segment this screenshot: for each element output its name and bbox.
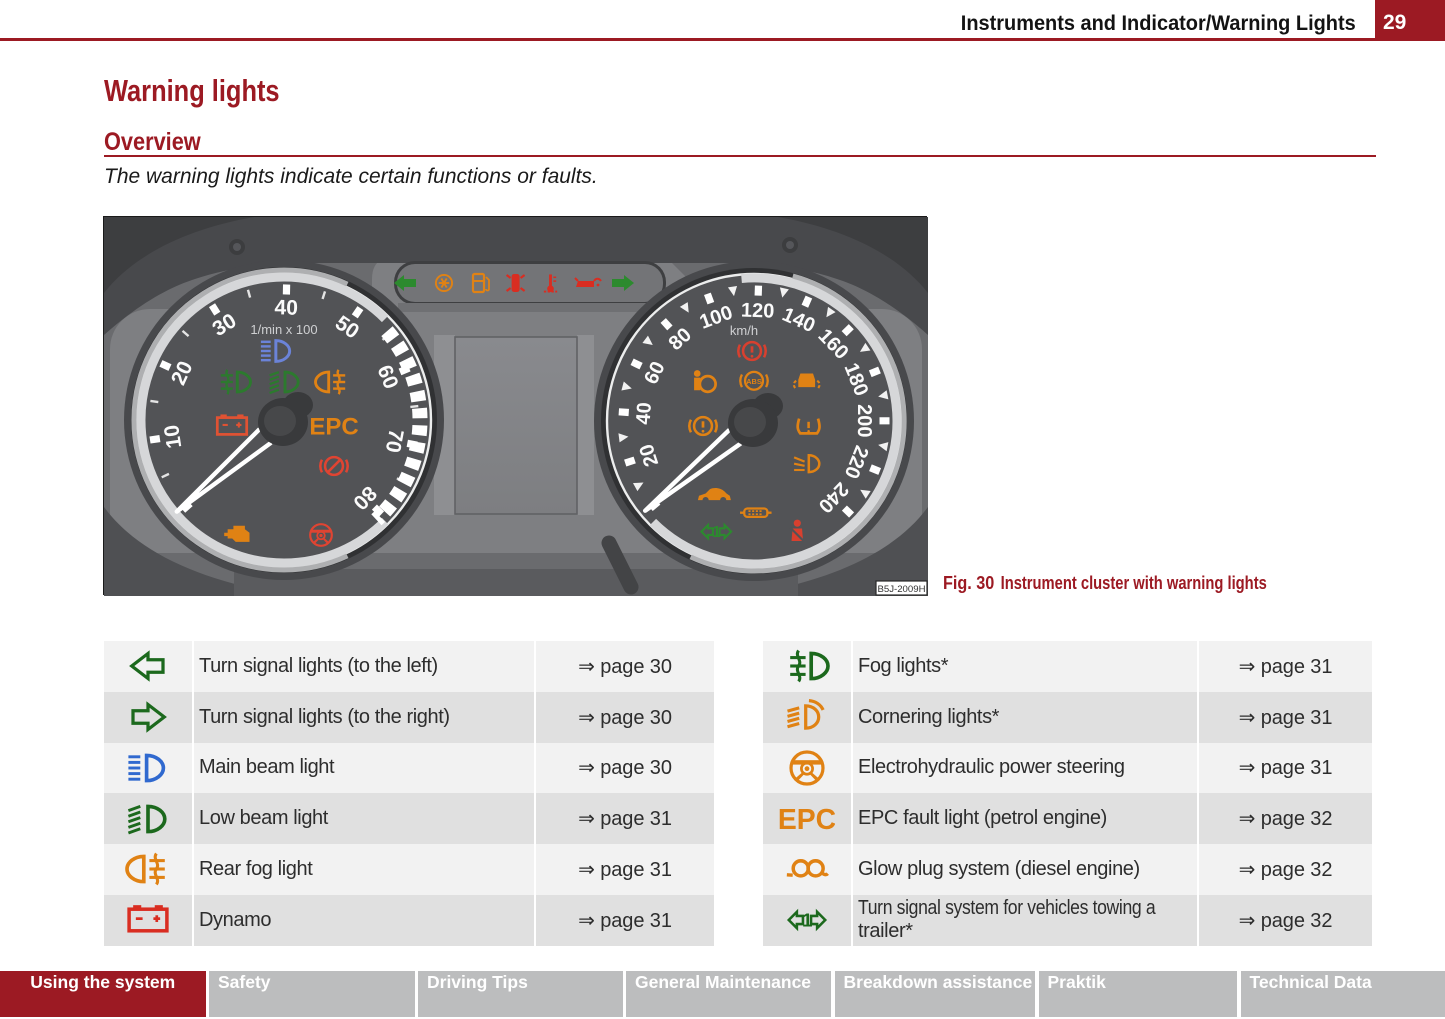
svg-text:120: 120 <box>741 300 775 323</box>
svg-text:km/h: km/h <box>730 323 758 338</box>
svg-text:10: 10 <box>160 423 186 450</box>
svg-text:200: 200 <box>853 404 875 437</box>
svg-text:ABS: ABS <box>746 377 762 386</box>
svg-text:EPC: EPC <box>779 804 835 836</box>
svg-text:B5J-2009H: B5J-2009H <box>878 584 926 595</box>
svg-text:EPC: EPC <box>309 414 358 441</box>
svg-text:70: 70 <box>381 427 408 454</box>
svg-text:1/min x 100: 1/min x 100 <box>250 322 317 337</box>
svg-text:40: 40 <box>274 296 298 319</box>
svg-text:40: 40 <box>633 402 656 426</box>
